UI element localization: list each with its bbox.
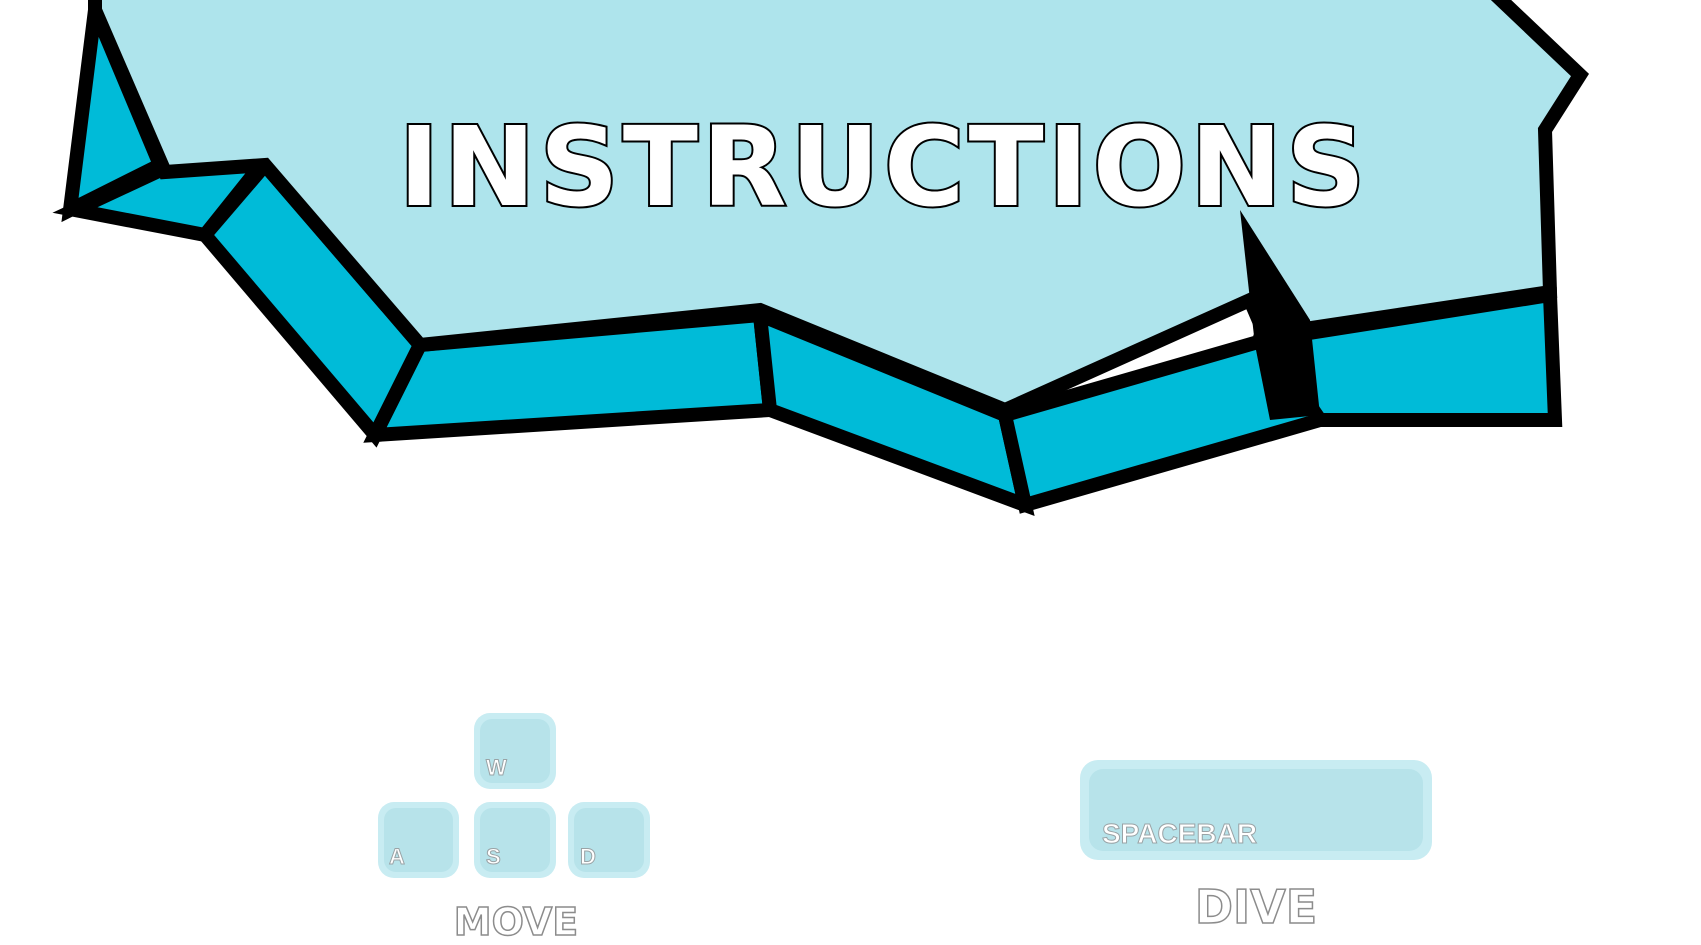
key-spacebar-label: SPACEBAR bbox=[1101, 818, 1258, 850]
key-w[interactable]: W bbox=[474, 713, 556, 789]
key-d[interactable]: D bbox=[568, 802, 650, 878]
key-d-label: D bbox=[580, 844, 597, 870]
key-s-label: S bbox=[486, 844, 502, 870]
key-s[interactable]: S bbox=[474, 802, 556, 878]
key-a[interactable]: A bbox=[378, 802, 459, 878]
key-w-label: W bbox=[486, 755, 508, 781]
page-title: INSTRUCTIONS bbox=[399, 103, 1370, 231]
key-spacebar[interactable]: SPACEBAR bbox=[1080, 760, 1432, 860]
dive-caption: DIVE bbox=[1194, 879, 1318, 935]
move-caption: MOVE bbox=[453, 899, 579, 945]
key-a-label: A bbox=[389, 844, 406, 870]
instructions-screen: INSTRUCTIONS W A S D MOVE SPACEBAR DIVE bbox=[0, 0, 1701, 945]
ice-banner: INSTRUCTIONS bbox=[52, 0, 1590, 517]
